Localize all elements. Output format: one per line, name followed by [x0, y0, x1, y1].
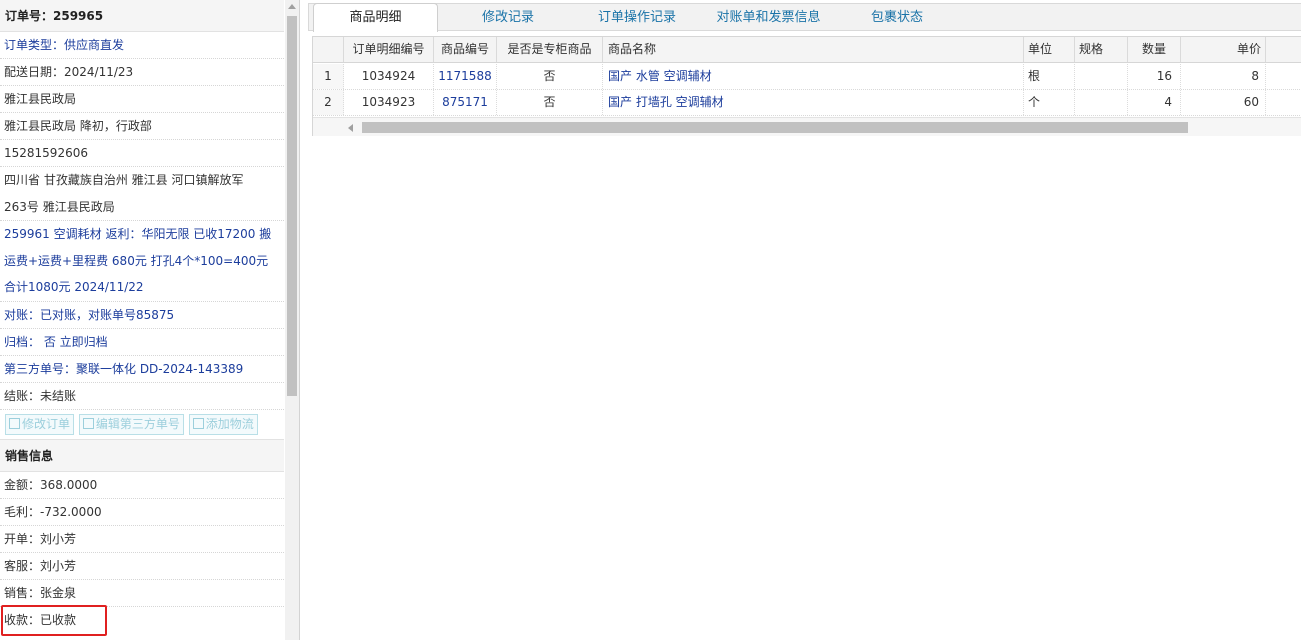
phone-number: 15281592606	[0, 140, 284, 167]
customer-name: 雅江县民政局	[0, 86, 284, 113]
remark-line: 259961 空调耗材 返利：华阳无限 已收17200 搬	[4, 227, 272, 241]
header-detail-no[interactable]: 订单明细编号	[344, 37, 434, 62]
order-remark: 259961 空调耗材 返利：华阳无限 已收17200 搬 运费+运费+里程费 …	[0, 221, 284, 302]
tab-product-details[interactable]: 商品明细	[313, 3, 438, 32]
spec-cell	[1075, 64, 1128, 89]
detail-no-cell: 1034923	[344, 90, 434, 115]
gross-profit: 毛利：-732.0000	[0, 499, 284, 526]
header-row-number	[313, 37, 344, 62]
left-panel-scrollbar[interactable]	[285, 0, 299, 640]
edit-third-party-label: 编辑第三方单号	[95, 416, 180, 431]
grid-header: 订单明细编号 商品编号 是否是专柜商品 商品名称 单位 规格 数量 单价	[313, 37, 1301, 63]
unit-cell: 根	[1024, 64, 1075, 89]
add-logistics-label: 添加物流	[205, 416, 254, 431]
add-logistics-button[interactable]: 添加物流	[188, 413, 258, 435]
unit-cell: 个	[1024, 90, 1075, 115]
edit-third-party-button[interactable]: 编辑第三方单号	[78, 413, 184, 435]
order-type: 订单类型：供应商直发	[0, 32, 284, 59]
order-info-panel: 订单号：259965 订单类型：供应商直发 配送日期：2024/11/23 雅江…	[0, 0, 300, 640]
table-row[interactable]: 1 1034924 1171588 否 国产 水管 空调辅材 根 16 8	[313, 64, 1301, 90]
sales-amount: 金额：368.0000	[0, 472, 284, 499]
contact-info: 雅江县民政局 降初，行政部	[0, 113, 284, 140]
order-action-buttons: 修改订单 编辑第三方单号 添加物流	[0, 410, 284, 440]
tab-package-status[interactable]: 包裹状态	[852, 4, 942, 31]
detail-tabs: 商品明细 修改记录 订单操作记录 对账单和发票信息 包裹状态	[308, 3, 1301, 32]
product-code-link[interactable]: 1171588	[434, 64, 497, 89]
delivery-date: 配送日期：2024/11/23	[0, 59, 284, 86]
archive-status: 归档： 否 立即归档	[0, 329, 284, 356]
header-spec[interactable]: 规格	[1075, 37, 1128, 62]
filler-cell	[1266, 90, 1301, 115]
row-number: 2	[313, 90, 344, 115]
header-unit[interactable]: 单位	[1024, 37, 1075, 62]
scroll-left-arrow-icon[interactable]	[348, 124, 353, 132]
edit-icon	[9, 417, 20, 429]
edit-icon	[82, 417, 94, 429]
order-number-header: 订单号：259965	[0, 0, 284, 32]
header-product-name[interactable]: 商品名称	[603, 37, 1024, 62]
header-product-code[interactable]: 商品编号	[434, 37, 497, 62]
product-code-link[interactable]: 875171	[434, 90, 497, 115]
salesperson: 销售：张金泉	[0, 580, 284, 607]
product-name-link[interactable]: 国产 水管 空调辅材	[603, 64, 1024, 89]
unit-price-cell: 8	[1181, 64, 1266, 89]
header-special[interactable]: 是否是专柜商品	[497, 37, 603, 62]
scroll-up-arrow-icon[interactable]	[288, 4, 296, 9]
third-party-number: 第三方单号：聚联一体化 DD-2024-143389	[0, 356, 284, 383]
edit-order-label: 修改订单	[22, 416, 71, 431]
edit-icon	[192, 417, 204, 429]
order-info-content: 订单号：259965 订单类型：供应商直发 配送日期：2024/11/23 雅江…	[0, 0, 284, 640]
horizontal-scrollbar-thumb[interactable]	[362, 122, 1188, 133]
quantity-cell: 4	[1128, 90, 1181, 115]
product-detail-grid: 订单明细编号 商品编号 是否是专柜商品 商品名称 单位 规格 数量 单价 1 1…	[312, 36, 1301, 136]
product-name-link[interactable]: 国产 打墙孔 空调辅材	[603, 90, 1024, 115]
grid-horizontal-scrollbar[interactable]	[313, 117, 1301, 136]
tab-modification-log[interactable]: 修改记录	[458, 4, 558, 31]
header-unit-price[interactable]: 单价	[1181, 37, 1266, 62]
settlement-status: 结账：未结账	[0, 383, 284, 410]
order-creator: 开单：刘小芳	[0, 526, 284, 553]
delivery-address: 四川省 甘孜藏族自治州 雅江县 河口镇解放军 263号 雅江县民政局	[0, 167, 284, 221]
remark-line: 合计1080元 2024/11/22	[4, 280, 144, 294]
address-line: 四川省 甘孜藏族自治州 雅江县 河口镇解放军	[4, 173, 244, 187]
customer-service: 客服：刘小芳	[0, 553, 284, 580]
detail-panel: 商品明细 修改记录 订单操作记录 对账单和发票信息 包裹状态 订单明细编号 商品…	[308, 0, 1301, 640]
filler-cell	[1266, 64, 1301, 89]
edit-order-button[interactable]: 修改订单	[5, 413, 75, 435]
unit-price-cell: 60	[1181, 90, 1266, 115]
tab-order-operation-log[interactable]: 订单操作记录	[582, 4, 692, 31]
header-quantity[interactable]: 数量	[1128, 37, 1181, 62]
tab-reconciliation-invoice[interactable]: 对账单和发票信息	[706, 4, 831, 31]
table-row[interactable]: 2 1034923 875171 否 国产 打墙孔 空调辅材 个 4 60	[313, 90, 1301, 116]
row-number: 1	[313, 64, 344, 89]
remark-line: 运费+运费+里程费 680元 打孔4个*100=400元	[4, 253, 269, 268]
special-cell: 否	[497, 64, 603, 89]
header-filler	[1266, 37, 1301, 62]
scrollbar-thumb[interactable]	[287, 16, 297, 396]
special-cell: 否	[497, 90, 603, 115]
detail-no-cell: 1034924	[344, 64, 434, 89]
payment-status-highlight	[1, 605, 107, 636]
spec-cell	[1075, 90, 1128, 115]
quantity-cell: 16	[1128, 64, 1181, 89]
sales-info-header: 销售信息	[0, 439, 284, 472]
reconcile-status: 对账：已对账，对账单号85875	[0, 302, 284, 329]
address-line: 263号 雅江县民政局	[4, 199, 115, 214]
